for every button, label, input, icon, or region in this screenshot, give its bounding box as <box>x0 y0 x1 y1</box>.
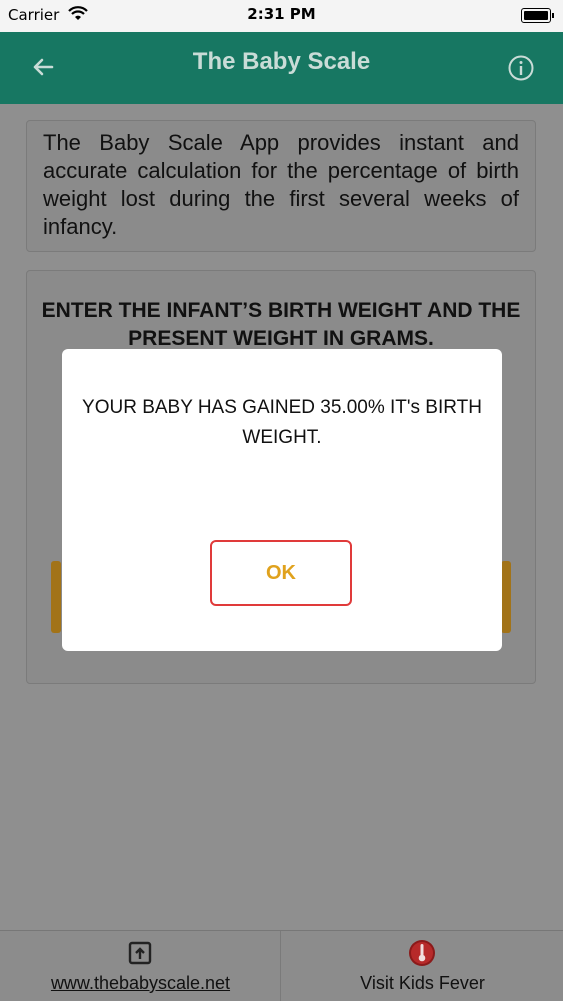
info-icon[interactable] <box>507 54 535 82</box>
action-button-left[interactable] <box>51 561 61 633</box>
kids-fever-label: Visit Kids Fever <box>360 973 485 993</box>
ok-button[interactable]: OK <box>210 540 352 606</box>
navigation-bar: The Baby Scale <box>0 32 563 104</box>
action-button-right[interactable] <box>501 561 511 633</box>
alert-message: YOUR BABY HAS GAINED 35.00% IT's BIRTH W… <box>82 397 482 448</box>
instruction-text: ENTER THE INFANT’S BIRTH WEIGHT AND THE … <box>41 299 521 350</box>
intro-card: The Baby Scale App provides instant and … <box>26 120 536 252</box>
footer-bar: www.thebabyscale.net Visit Kids Fever <box>0 930 563 1001</box>
website-link[interactable]: www.thebabyscale.net <box>0 931 281 1001</box>
thermometer-icon <box>409 940 435 966</box>
status-bar: Carrier 2:31 PM <box>0 0 563 32</box>
external-link-icon <box>128 941 152 965</box>
result-alert-dialog: YOUR BABY HAS GAINED 35.00% IT's BIRTH W… <box>62 349 502 651</box>
kids-fever-link[interactable]: Visit Kids Fever <box>282 931 563 1001</box>
status-time: 2:31 PM <box>247 5 316 23</box>
battery-icon <box>521 8 554 23</box>
intro-text: The Baby Scale App provides instant and … <box>43 130 519 239</box>
website-label: www.thebabyscale.net <box>50 973 231 993</box>
page-title: The Baby Scale <box>192 48 371 75</box>
